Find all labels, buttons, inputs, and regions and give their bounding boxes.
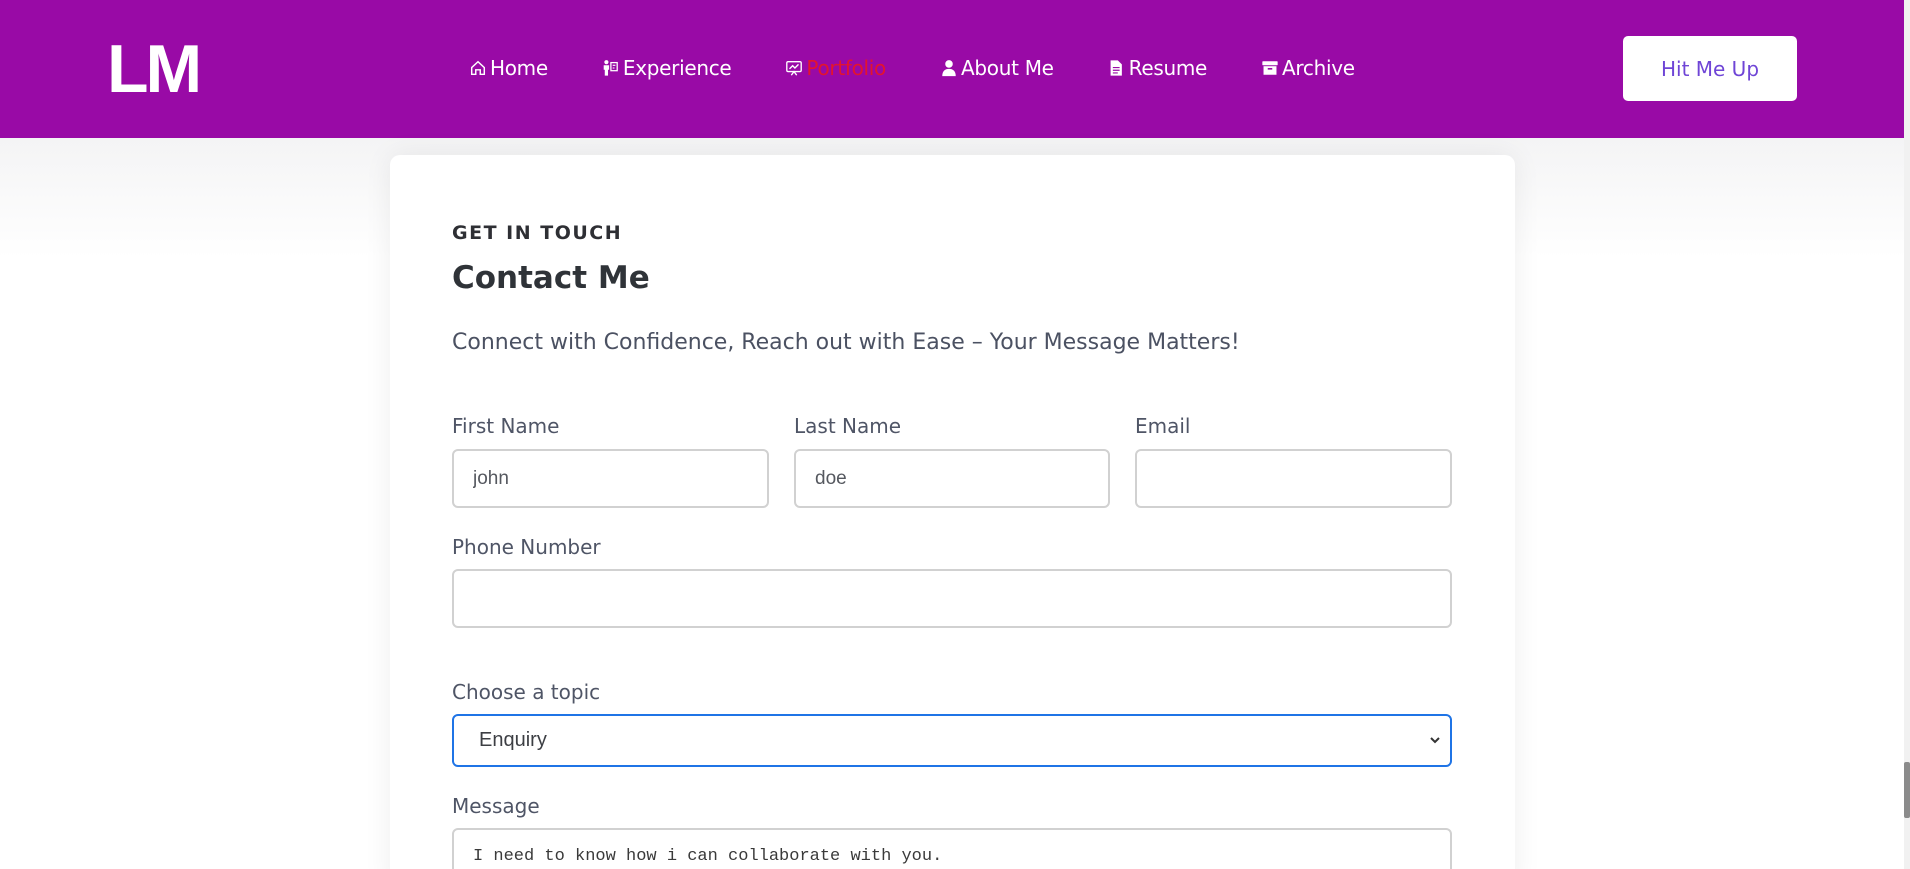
- nav-item-label: Resume: [1128, 56, 1208, 80]
- page-title: Contact Me: [452, 260, 650, 296]
- chevron-down-icon: [1430, 737, 1440, 744]
- user-icon: [939, 59, 958, 78]
- section-eyebrow: GET IN TOUCH: [452, 222, 623, 244]
- nav-item-label: Home: [490, 56, 548, 80]
- nav-item-label: Archive: [1282, 56, 1355, 80]
- scrollbar-thumb[interactable]: [1904, 762, 1910, 818]
- nav-item-label: Experience: [622, 56, 732, 80]
- presenter-icon: [601, 59, 620, 78]
- nav-item-experience[interactable]: Experience: [601, 52, 732, 84]
- page-subtitle: Connect with Confidence, Reach out with …: [452, 330, 1240, 355]
- document-icon: [1107, 59, 1126, 78]
- nav-item-about-me[interactable]: About Me: [939, 52, 1054, 84]
- nav-item-archive[interactable]: Archive: [1260, 52, 1355, 84]
- main-nav: Home Experience Portfolio About Me Resum…: [468, 52, 1408, 84]
- nav-item-label: About Me: [961, 56, 1054, 80]
- site-logo[interactable]: LM: [107, 33, 202, 105]
- email-label: Email: [1135, 414, 1191, 438]
- topic-select[interactable]: Enquiry: [452, 714, 1452, 767]
- nav-item-portfolio[interactable]: Portfolio: [784, 52, 886, 84]
- nav-item-home[interactable]: Home: [468, 52, 548, 84]
- phone-number-label: Phone Number: [452, 535, 601, 559]
- message-textarea[interactable]: I need to know how i can collaborate wit…: [452, 828, 1452, 869]
- topic-label: Choose a topic: [452, 680, 601, 704]
- email-field[interactable]: [1135, 449, 1452, 508]
- message-label: Message: [452, 794, 540, 818]
- last-name-field[interactable]: [794, 449, 1110, 508]
- first-name-field[interactable]: [452, 449, 769, 508]
- nav-item-label: Portfolio: [806, 56, 886, 80]
- topic-selected-value: Enquiry: [479, 729, 547, 751]
- top-navigation-bar: LM Home Experience Portfolio About Me Re…: [0, 0, 1904, 138]
- last-name-label: Last Name: [794, 414, 902, 438]
- first-name-label: First Name: [452, 414, 560, 438]
- scrollbar-track[interactable]: [1904, 0, 1910, 869]
- phone-number-field[interactable]: [452, 569, 1452, 628]
- archive-box-icon: [1260, 59, 1279, 78]
- nav-item-resume[interactable]: Resume: [1107, 52, 1207, 84]
- home-icon: [468, 59, 487, 78]
- hit-me-up-button[interactable]: Hit Me Up: [1623, 36, 1797, 101]
- presentation-chart-icon: [784, 59, 803, 78]
